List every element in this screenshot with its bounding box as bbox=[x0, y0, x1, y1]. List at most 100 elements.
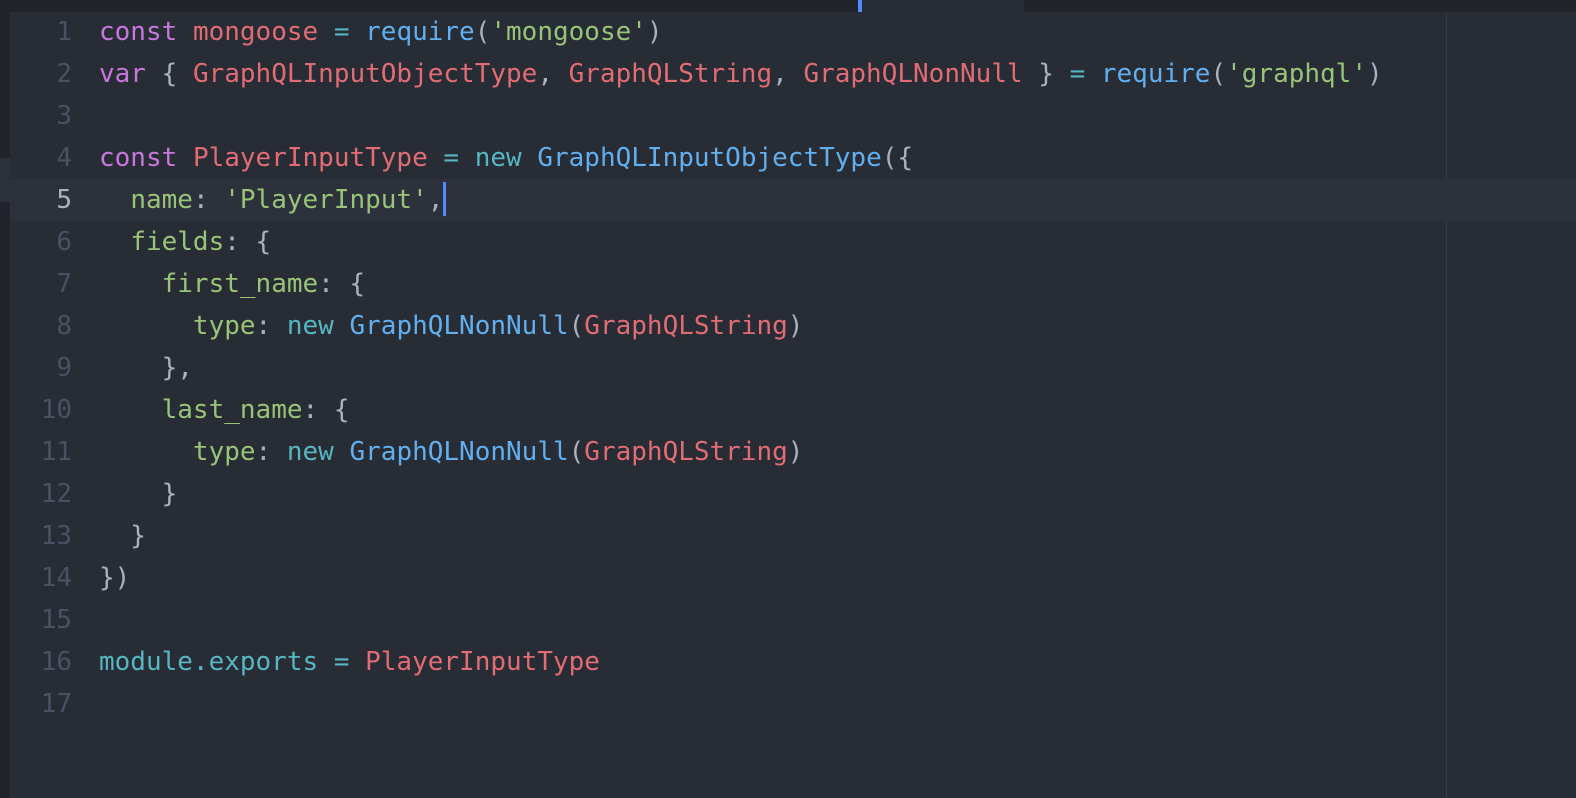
code-line[interactable]: 6 fields: { bbox=[10, 221, 1576, 263]
code-token: ( bbox=[1210, 59, 1227, 89]
code-token: type bbox=[192, 437, 256, 467]
code-text[interactable]: name: 'PlayerInput', bbox=[99, 179, 447, 221]
code-token: : bbox=[192, 185, 225, 215]
code-editor[interactable]: 1 const mongoose = require('mongoose') 2 va… bbox=[0, 0, 1576, 798]
code-text[interactable]: type: new GraphQLNonNull(GraphQLString) bbox=[99, 431, 804, 473]
code-token: ( bbox=[568, 437, 585, 467]
code-token: GraphQLNonNull bbox=[349, 437, 569, 467]
code-token: last_name bbox=[161, 395, 303, 425]
code-token: new bbox=[286, 437, 334, 467]
code-token: , bbox=[537, 59, 569, 89]
code-line[interactable]: 2 var { GraphQLInputObjectType, GraphQLSt… bbox=[10, 53, 1576, 95]
code-token: module.exports bbox=[99, 647, 319, 677]
code-token: }) bbox=[99, 563, 131, 593]
code-token: GraphQLInputObjectType bbox=[537, 143, 882, 173]
code-line[interactable]: 11 type: new GraphQLNonNull(GraphQLStrin… bbox=[10, 431, 1576, 473]
code-text[interactable]: var { GraphQLInputObjectType, GraphQLStr… bbox=[99, 53, 1383, 95]
code-token: } bbox=[1022, 59, 1070, 89]
code-token: mongoose bbox=[192, 17, 319, 47]
code-line[interactable]: 17 bbox=[10, 683, 1576, 725]
code-line[interactable]: 8 type: new GraphQLNonNull(GraphQLString… bbox=[10, 305, 1576, 347]
code-line[interactable]: 5 name: 'PlayerInput', bbox=[10, 179, 1576, 221]
code-token: ({ bbox=[881, 143, 914, 173]
code-token: GraphQLString bbox=[584, 311, 788, 341]
code-token: = bbox=[318, 647, 366, 677]
code-line[interactable]: 4 const PlayerInputType = new GraphQLInpu… bbox=[10, 137, 1576, 179]
code-text[interactable]: } bbox=[99, 515, 146, 557]
code-text[interactable]: first_name: { bbox=[99, 263, 366, 305]
code-token: { bbox=[145, 59, 193, 89]
code-token: : bbox=[255, 437, 287, 467]
code-line[interactable]: 1 const mongoose = require('mongoose') bbox=[10, 11, 1576, 53]
code-text[interactable]: last_name: { bbox=[99, 389, 350, 431]
code-token: PlayerInputType bbox=[365, 647, 600, 677]
line-number: 9 bbox=[56, 353, 72, 383]
code-token: : { bbox=[318, 269, 366, 299]
code-text[interactable]: fields: { bbox=[99, 221, 271, 263]
code-token: const bbox=[99, 143, 178, 173]
code-token: var bbox=[99, 59, 146, 89]
code-token: : { bbox=[224, 227, 272, 257]
code-text[interactable]: } bbox=[99, 473, 178, 515]
line-number: 10 bbox=[40, 395, 72, 425]
code-line[interactable]: 16 module.exports = PlayerInputType bbox=[10, 641, 1576, 683]
code-token: GraphQLString bbox=[568, 59, 773, 89]
text-cursor bbox=[443, 181, 447, 216]
code-text[interactable]: }, bbox=[99, 347, 193, 389]
line-number: 11 bbox=[40, 437, 72, 467]
line-number: 6 bbox=[56, 227, 72, 257]
code-line[interactable]: 7 first_name: { bbox=[10, 263, 1576, 305]
code-line[interactable]: 3 bbox=[10, 95, 1576, 137]
code-token: type bbox=[192, 311, 256, 341]
code-token: , bbox=[772, 59, 804, 89]
code-token: GraphQLNonNull bbox=[349, 311, 569, 341]
code-text[interactable]: module.exports = PlayerInputType bbox=[99, 641, 600, 683]
code-token: require bbox=[365, 17, 475, 47]
code-token: ) bbox=[646, 17, 663, 47]
code-token: 'mongoose' bbox=[490, 17, 647, 47]
line-number: 3 bbox=[56, 101, 72, 131]
code-line[interactable]: 13 } bbox=[10, 515, 1576, 557]
code-line[interactable]: 14}) bbox=[10, 557, 1576, 599]
code-text[interactable]: }) bbox=[99, 557, 130, 599]
line-number: 1 bbox=[56, 17, 72, 47]
code-token: const bbox=[99, 17, 178, 47]
code-token: GraphQLString bbox=[584, 437, 788, 467]
code-token: ) bbox=[1367, 59, 1383, 89]
panel-edge-marker bbox=[0, 158, 10, 202]
line-number: 4 bbox=[56, 143, 72, 173]
code-line[interactable]: 15 bbox=[10, 599, 1576, 641]
code-line[interactable]: 12 } bbox=[10, 473, 1576, 515]
line-number: 5 bbox=[56, 185, 72, 215]
code-token: ( bbox=[568, 311, 585, 341]
code-token: 'graphql' bbox=[1226, 59, 1367, 89]
code-text[interactable]: type: new GraphQLNonNull(GraphQLString) bbox=[99, 305, 804, 347]
code-token: : bbox=[255, 311, 287, 341]
code-token: name bbox=[130, 185, 193, 215]
code-token: = bbox=[427, 143, 475, 173]
code-token: ) bbox=[787, 437, 804, 467]
code-token: 'PlayerInput' bbox=[224, 185, 428, 215]
code-token: fields bbox=[130, 227, 225, 257]
code-token: new bbox=[286, 311, 334, 341]
code-line[interactable]: 10 last_name: { bbox=[10, 389, 1576, 431]
code-text[interactable]: const PlayerInputType = new GraphQLInput… bbox=[99, 137, 913, 179]
code-token: first_name bbox=[161, 269, 319, 299]
line-number: 16 bbox=[40, 647, 72, 677]
line-number: 8 bbox=[56, 311, 72, 341]
code-token: } bbox=[99, 479, 178, 509]
left-panel-edge bbox=[0, 0, 10, 798]
code-text[interactable]: const mongoose = require('mongoose') bbox=[99, 11, 663, 53]
line-number: 2 bbox=[56, 59, 72, 89]
line-number: 14 bbox=[40, 563, 72, 593]
code-line[interactable]: 9 }, bbox=[10, 347, 1576, 389]
code-token: ) bbox=[787, 311, 804, 341]
code-token: PlayerInputType bbox=[192, 143, 428, 173]
